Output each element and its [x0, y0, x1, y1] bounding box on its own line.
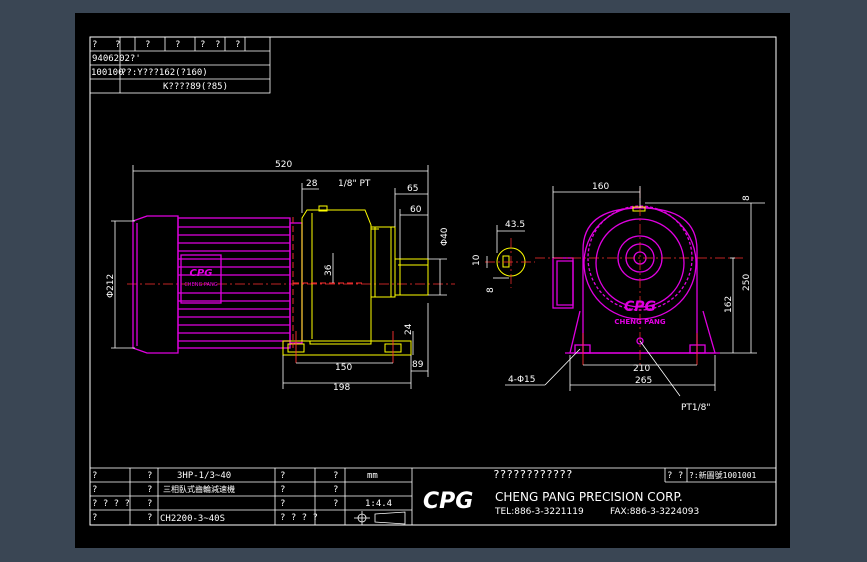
dim-89: 89	[412, 360, 424, 370]
dim-198: 198	[333, 383, 350, 393]
end-plate-sub: CHENG PANG	[614, 318, 666, 326]
dim-holes: 4-Φ15	[508, 375, 536, 385]
tb-b1: ?	[92, 485, 97, 495]
border-frame	[89, 36, 777, 526]
company-logo: CPG	[423, 489, 473, 514]
tb-b2: ?	[147, 485, 152, 495]
dim-43-5: 43.5	[505, 220, 525, 230]
motor-plate-logo: CPG	[190, 268, 213, 279]
dim-8-top: 8	[742, 195, 752, 201]
dim-10: 10	[472, 254, 482, 266]
motor-plate-sub: CHENG PANG	[184, 282, 217, 288]
company-name-en: CHENG PANG PRECISION CORP.	[495, 490, 683, 504]
side-view: CPG CHENG PANG	[127, 205, 455, 363]
hdr-cell: ?	[175, 40, 180, 50]
projection-symbol	[354, 511, 406, 525]
tb-d1: ?	[92, 513, 97, 523]
dim-520: 520	[275, 160, 292, 170]
tb-scale: 1:4.4	[365, 499, 392, 509]
hdr-cell: ??:Y???162(?160)	[121, 68, 208, 78]
drain-note: PT1/8"	[681, 403, 711, 413]
tb-c5: ?	[333, 499, 338, 509]
dim-210: 210	[633, 364, 650, 374]
tb-a4: ?	[280, 471, 285, 481]
dim-250: 250	[742, 274, 752, 291]
dim-160: 160	[592, 182, 609, 192]
header-table: ? ? ? ? ? ? ? 9406202?' 100100 ??:Y???16…	[89, 36, 271, 94]
dim-36: 36	[324, 264, 334, 276]
hdr-cell: ?	[115, 40, 120, 50]
company-name-cn: ????????????	[493, 468, 572, 481]
company-fax: FAX:886-3-3224093	[610, 507, 699, 517]
tb-c4: ?	[280, 499, 285, 509]
tb-d4: ? ? ? ?	[280, 513, 318, 523]
dim-8-shaft: 8	[486, 287, 496, 293]
drawing-sheet: ? ? ? ? ? ? ? 9406202?' 100100 ??:Y???16…	[75, 13, 790, 548]
hdr-cell: ?	[145, 40, 150, 50]
dim-150: 150	[335, 363, 352, 373]
dim-60: 60	[410, 205, 422, 215]
shaft-section: 43.5 10 8	[472, 220, 535, 293]
dim-24: 24	[404, 323, 414, 335]
hdr-cell: ?	[200, 40, 205, 50]
tb-product-name: 三相臥式齒輪減速機	[163, 484, 235, 494]
tb-model-range: 3HP-1/3~40	[177, 471, 231, 481]
title-block: ? ? 3HP-1/3~40 ? ? mm ? ? 三相臥式齒輪減速機 ? ? …	[89, 467, 777, 526]
hdr-cell: K????89(?85)	[163, 82, 228, 92]
hdr-cell: 100100	[91, 68, 124, 78]
tb-b4: ?	[280, 485, 285, 495]
tb-unit: mm	[367, 471, 378, 481]
tb-doc-no: ?:新圖號1001001	[689, 470, 757, 480]
dim-162: 162	[724, 296, 734, 313]
dim-65: 65	[407, 184, 418, 194]
tb-a2: ?	[147, 471, 152, 481]
tb-c1: ? ? ? ?	[92, 499, 130, 509]
tb-doc-label: ? ?	[667, 471, 683, 481]
tb-a5: ?	[333, 471, 338, 481]
dim-40: Φ40	[440, 227, 450, 246]
hdr-cell: 9406202?'	[92, 54, 141, 64]
tb-b5: ?	[333, 485, 338, 495]
tb-c2: ?	[147, 499, 152, 509]
hdr-cell: ?	[235, 40, 240, 50]
vent-note: 1/8" PT	[338, 179, 371, 189]
dim-212: Φ212	[106, 274, 116, 298]
tb-model: CH2200-3~40S	[160, 514, 225, 524]
dim-28: 28	[306, 179, 318, 189]
dim-265: 265	[635, 376, 652, 386]
hdr-cell: ?	[92, 40, 97, 50]
cad-drawing: ? ? ? ? ? ? ? 9406202?' 100100 ??:Y???16…	[89, 36, 777, 526]
company-tel: TEL:886-3-3221119	[494, 507, 584, 517]
tb-d2: ?	[147, 513, 152, 523]
end-plate-logo: CPG	[624, 299, 656, 315]
tb-a1: ?	[92, 471, 97, 481]
hdr-cell: ?	[215, 40, 220, 50]
